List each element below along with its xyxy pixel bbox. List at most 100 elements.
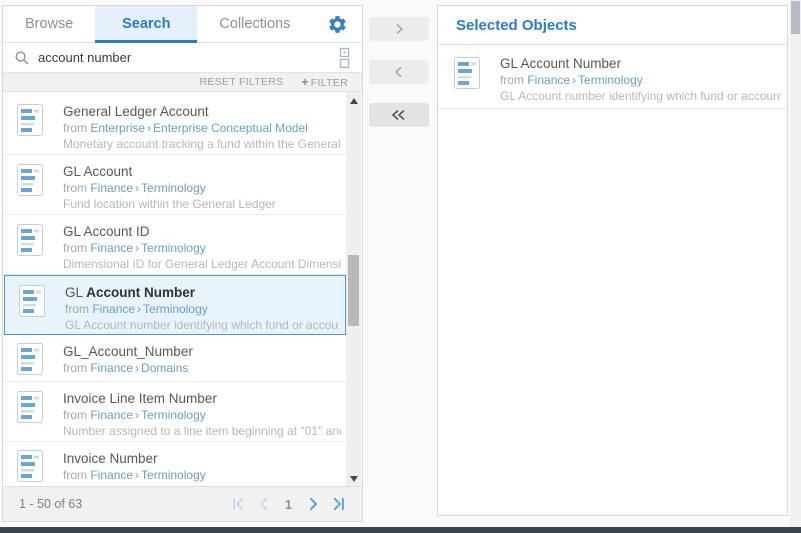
term-document-icon xyxy=(17,450,43,482)
search-match-highlight: Account Number xyxy=(86,285,195,300)
crumb-link[interactable]: Finance xyxy=(90,181,133,195)
crumb-link[interactable]: Finance xyxy=(92,302,135,316)
crumb-separator: › xyxy=(572,73,576,87)
breadcrumb: from Finance›Terminology xyxy=(65,301,339,317)
list-item[interactable]: GL_Account_Number from Finance›Domains xyxy=(3,335,347,382)
item-description: Number assigned to a line item beginning… xyxy=(63,423,341,439)
current-page-number[interactable]: 1 xyxy=(283,497,294,512)
item-description: GL Account number identifying which fund… xyxy=(65,317,339,333)
reset-filters-link[interactable]: RESET FILTERS xyxy=(199,76,283,88)
item-description: Monetary account tracking a fund within … xyxy=(63,136,341,152)
tab-browse[interactable]: Browse xyxy=(3,6,95,42)
crumb-link[interactable]: Terminology xyxy=(578,73,643,87)
crumb-link[interactable]: Finance xyxy=(90,361,133,375)
tab-collections[interactable]: Collections xyxy=(197,6,312,42)
window-bottom-edge xyxy=(0,527,801,533)
item-title: GL Account Number xyxy=(500,55,781,72)
item-title: GL_Account_Number xyxy=(63,343,341,360)
panel-title: Selected Objects xyxy=(456,17,577,34)
list-scrollbar[interactable] xyxy=(346,92,361,488)
search-input[interactable] xyxy=(38,50,331,65)
page-scrollbar[interactable] xyxy=(790,0,801,527)
crumb-separator: › xyxy=(135,408,139,422)
list-item[interactable]: General Ledger Account from Enterprise›E… xyxy=(3,95,347,155)
page-scrollbar-thumb[interactable] xyxy=(791,1,800,34)
list-item[interactable]: Invoice Line Item Number from Finance›Te… xyxy=(3,382,347,442)
settings-button[interactable] xyxy=(312,6,362,42)
crumb-separator: › xyxy=(147,121,151,135)
term-document-icon xyxy=(454,57,480,89)
pagination-bar: 1 - 50 of 63 1 xyxy=(3,486,362,521)
gear-icon xyxy=(327,14,348,35)
crumb-link[interactable]: Enterprise Conceptual Model xyxy=(153,121,308,135)
search-icon xyxy=(15,51,29,65)
remove-all-button[interactable] xyxy=(369,103,429,127)
crumb-link[interactable]: Terminology xyxy=(141,468,206,482)
match-options-icon[interactable] xyxy=(339,47,350,69)
object-picker-dialog: Browse Search Collections RESET FILTERS xyxy=(0,0,801,533)
item-description: Dimensional ID for General Ledger Accoun… xyxy=(63,256,341,272)
breadcrumb: from Finance›Terminology xyxy=(63,180,341,196)
remove-all-icon xyxy=(391,109,407,121)
move-left-icon xyxy=(393,66,405,78)
search-bar xyxy=(3,43,362,73)
next-page-icon[interactable] xyxy=(306,497,320,511)
crumb-link[interactable]: Domains xyxy=(141,361,188,375)
list-item[interactable]: GL Account from Finance›Terminology Fund… xyxy=(3,155,347,215)
selected-objects-panel: Selected Objects GL Account Number from … xyxy=(437,5,788,516)
crumb-separator: › xyxy=(137,302,141,316)
crumb-separator: › xyxy=(135,181,139,195)
term-document-icon xyxy=(17,224,43,256)
item-title: Invoice Number xyxy=(63,450,341,467)
scroll-up-icon[interactable] xyxy=(346,94,361,108)
crumb-link[interactable]: Terminology xyxy=(141,181,206,195)
list-item-selected[interactable]: GL Account Number from Finance›Terminolo… xyxy=(4,275,346,335)
move-left-button[interactable] xyxy=(369,60,429,84)
breadcrumb: from Enterprise›Enterprise Conceptual Mo… xyxy=(63,120,341,136)
filter-bar: RESET FILTERS +FILTER xyxy=(3,73,362,92)
crumb-link[interactable]: Terminology xyxy=(141,408,206,422)
selected-object-item[interactable]: GL Account Number from Finance›Terminolo… xyxy=(438,45,787,109)
crumb-separator: › xyxy=(135,241,139,255)
item-description: GL Account number identifying which fund… xyxy=(500,88,781,104)
last-page-icon[interactable] xyxy=(332,497,346,511)
prev-page-icon[interactable] xyxy=(257,497,271,511)
crumb-link[interactable]: Finance xyxy=(90,408,133,422)
scrollbar-thumb[interactable] xyxy=(348,255,359,326)
move-right-icon xyxy=(393,23,405,35)
pagination-controls: 1 xyxy=(231,497,346,512)
item-title: GL Account Number xyxy=(65,284,339,301)
crumb-link[interactable]: Finance xyxy=(90,241,133,255)
breadcrumb: from Finance›Terminology xyxy=(63,240,341,256)
crumb-link[interactable]: Finance xyxy=(527,73,570,87)
breadcrumb: from Finance›Domains xyxy=(63,360,341,376)
item-description: Fund location within the General Ledger xyxy=(63,196,341,212)
breadcrumb: from Finance›Terminology xyxy=(63,407,341,423)
selected-objects-header: Selected Objects xyxy=(438,6,787,45)
list-item[interactable]: GL Account ID from Finance›Terminology D… xyxy=(3,215,347,275)
list-item[interactable]: Invoice Number from Finance›Terminology xyxy=(3,442,347,488)
move-right-button[interactable] xyxy=(369,17,429,41)
crumb-separator: › xyxy=(135,361,139,375)
breadcrumb: from Finance›Terminology xyxy=(500,72,781,88)
item-title: GL Account ID xyxy=(63,223,341,240)
breadcrumb: from Finance›Terminology xyxy=(63,467,341,483)
crumb-link[interactable]: Terminology xyxy=(143,302,208,316)
crumb-separator: › xyxy=(135,468,139,482)
crumb-link[interactable]: Finance xyxy=(90,468,133,482)
term-document-icon xyxy=(17,391,43,423)
term-document-icon xyxy=(17,164,43,196)
crumb-link[interactable]: Enterprise xyxy=(90,121,145,135)
scroll-down-icon[interactable] xyxy=(346,472,361,486)
tab-search[interactable]: Search xyxy=(95,6,197,42)
item-title: Invoice Line Item Number xyxy=(63,390,341,407)
search-results-panel: Browse Search Collections RESET FILTERS xyxy=(2,5,363,522)
item-title: GL Account xyxy=(63,163,341,180)
add-filter-link[interactable]: +FILTER xyxy=(301,75,348,89)
term-document-icon xyxy=(19,285,45,317)
result-range-label: 1 - 50 of 63 xyxy=(19,497,82,511)
crumb-link[interactable]: Terminology xyxy=(141,241,206,255)
results-list: General Ledger Account from Enterprise›E… xyxy=(3,92,347,488)
first-page-icon[interactable] xyxy=(231,497,245,511)
item-title: General Ledger Account xyxy=(63,103,341,120)
